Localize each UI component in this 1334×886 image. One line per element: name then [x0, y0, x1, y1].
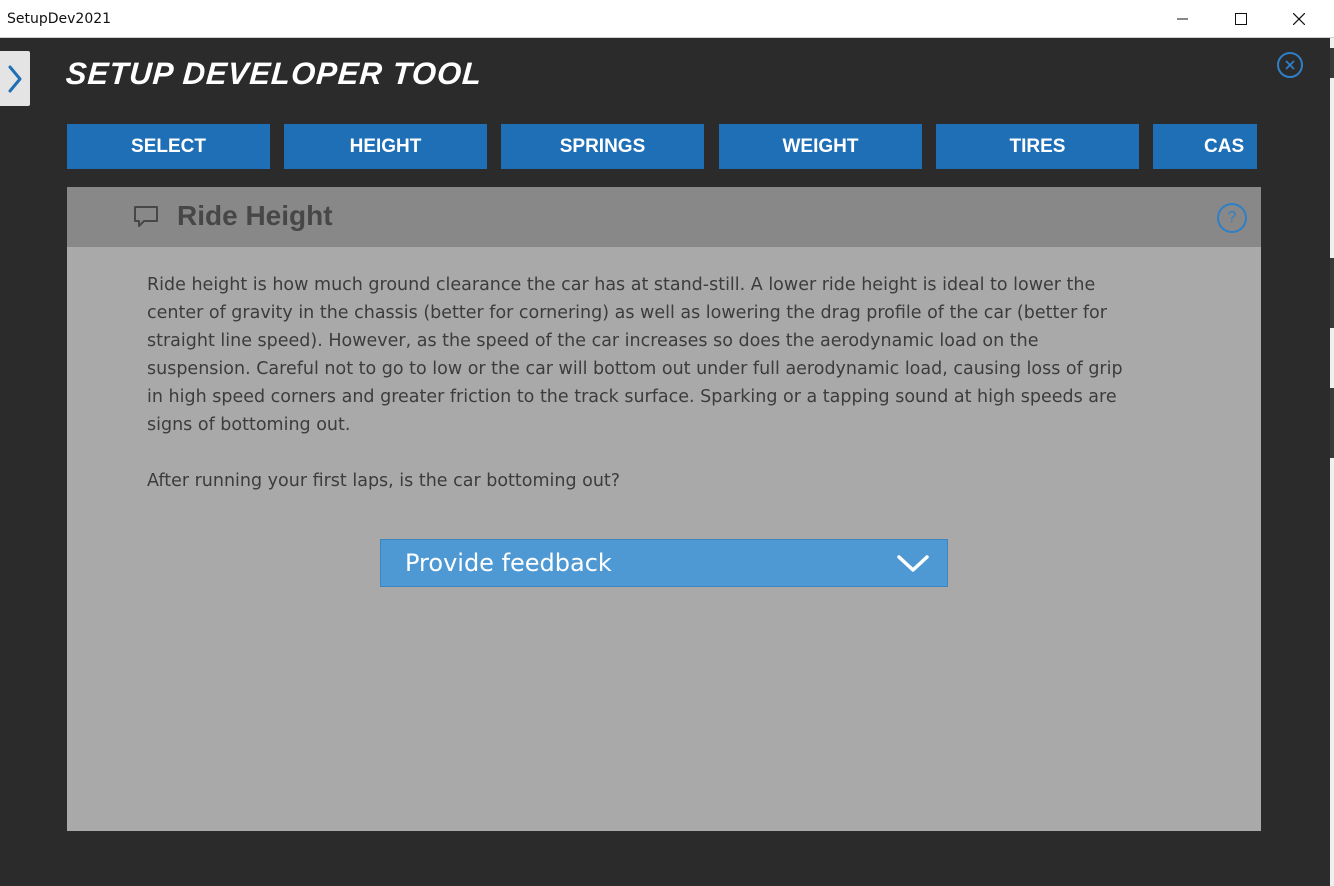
close-icon	[1293, 13, 1305, 25]
maximize-icon	[1235, 13, 1247, 25]
feedback-dropdown-label: Provide feedback	[405, 549, 612, 577]
chevron-right-icon	[8, 65, 22, 92]
help-icon[interactable]: ?	[1217, 203, 1247, 233]
close-window-button[interactable]	[1270, 0, 1328, 38]
tab-bar: SELECT HEIGHT SPRINGS WEIGHT TIRES CAS	[67, 124, 1257, 169]
tab-tires[interactable]: TIRES	[936, 124, 1139, 169]
content-panel: Ride Height ? Ride height is how much gr…	[67, 187, 1261, 831]
sidebar-toggle-button[interactable]	[0, 51, 30, 106]
minimize-button[interactable]	[1154, 0, 1212, 38]
panel-title: Ride Height	[177, 200, 333, 231]
background-window-edge	[1330, 38, 1334, 886]
tab-springs[interactable]: SPRINGS	[501, 124, 704, 169]
tab-weight[interactable]: WEIGHT	[719, 124, 922, 169]
minimize-icon	[1177, 18, 1188, 20]
app-window: SETUP DEVELOPER TOOL SELECT HEIGHT SPRIN…	[0, 38, 1330, 884]
tab-caster[interactable]: CAS	[1153, 124, 1257, 169]
chevron-down-icon	[897, 555, 929, 572]
help-icon-glyph: ?	[1227, 209, 1237, 226]
description-text: Ride height is how much ground clearance…	[147, 275, 1123, 435]
tab-height[interactable]: HEIGHT	[284, 124, 487, 169]
app-title: SETUP DEVELOPER TOOL	[64, 56, 484, 91]
tab-select[interactable]: SELECT	[67, 124, 270, 169]
question-text: After running your first laps, is the ca…	[147, 471, 621, 491]
maximize-button[interactable]	[1212, 0, 1270, 38]
close-circle-icon	[1285, 60, 1295, 70]
chat-bubble-icon	[133, 205, 159, 234]
panel-header: Ride Height ?	[67, 187, 1261, 247]
window-title: SetupDev2021	[7, 11, 112, 27]
window-title-bar: SetupDev2021	[0, 0, 1334, 38]
feedback-dropdown[interactable]: Provide feedback	[380, 539, 948, 587]
close-app-button[interactable]	[1277, 52, 1303, 78]
